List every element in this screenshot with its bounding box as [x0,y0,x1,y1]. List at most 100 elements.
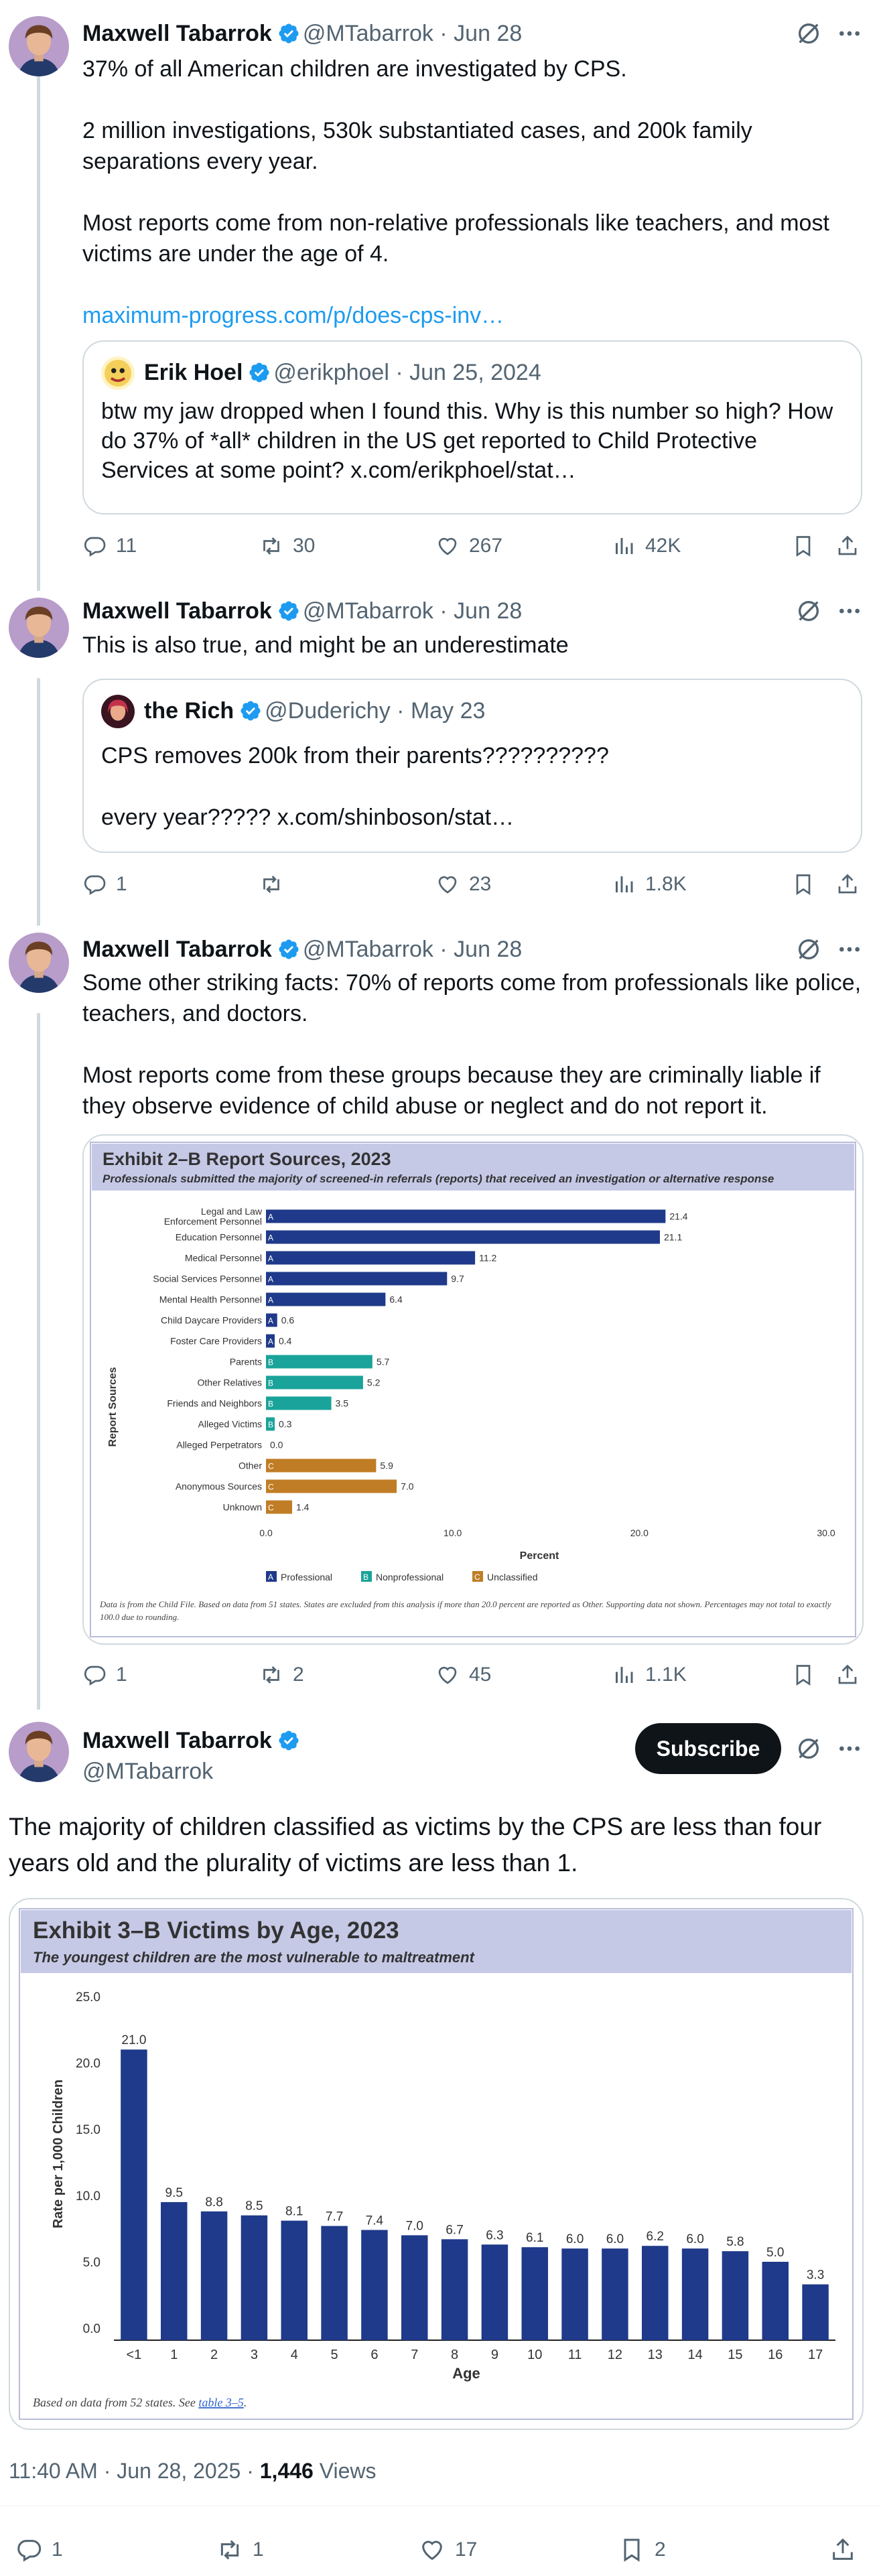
action-bar: 1 23 1.8K [82,868,866,901]
author-name[interactable]: Maxwell Tabarrok [82,21,272,46]
quoted-avatar [101,356,135,390]
bar-value-label: 0.3 [279,1419,292,1430]
bookmark-button[interactable] [791,868,825,901]
grok-icon[interactable] [795,936,822,963]
more-icon[interactable] [836,20,863,47]
repost-button[interactable]: 30 [259,529,315,563]
repost-count: 30 [293,535,316,557]
bar [266,1355,372,1369]
bar [266,1479,397,1493]
author-name[interactable]: Maxwell Tabarrok [82,937,272,962]
bookmark-button[interactable] [791,529,825,563]
bookmark-icon [791,1663,815,1687]
x-tick-label: 15 [728,2348,742,2362]
bar-value-label: 6.2 [647,2230,664,2244]
repost-button[interactable]: 2 [259,1658,304,1692]
like-button[interactable]: 45 [435,1658,491,1692]
y-tick-label: Education Personnel [176,1232,262,1243]
views-button[interactable]: 1.1K [612,1658,687,1692]
avatar[interactable] [9,933,69,993]
bookmark-button[interactable]: 2 [618,2533,666,2567]
author-handle[interactable]: @MTabarrok [82,1758,213,1785]
bar-group-code: B [268,1379,273,1388]
avatar[interactable] [9,1722,69,1782]
repost-icon [216,2536,243,2563]
footnote-table-link[interactable]: table 3–5 [198,2396,244,2409]
share-button[interactable] [835,529,869,563]
reply-icon [82,534,107,558]
author-name[interactable]: Maxwell Tabarrok [82,598,272,624]
repost-button[interactable]: 1 [216,2533,264,2567]
bar-value-label: 5.7 [377,1357,390,1367]
reply-button[interactable]: 1 [82,868,127,901]
share-button[interactable] [835,868,869,901]
bar [266,1459,377,1473]
avatar[interactable] [9,598,69,658]
reply-button[interactable]: 11 [82,529,137,563]
tweet-timestamp[interactable]: 11:40 AM · Jun 28, 2025 · [9,2459,260,2483]
views-button[interactable]: 1.8K [612,868,687,901]
grok-icon[interactable] [795,20,822,47]
like-count: 45 [469,1664,492,1686]
bar-value-label: 9.7 [451,1274,464,1284]
bar-value-label: 0.6 [281,1315,295,1326]
reply-count: 1 [116,873,127,895]
bar-value-label: 0.0 [270,1440,283,1450]
views-button[interactable]: 42K [612,529,681,563]
bar [481,2244,509,2340]
reply-count: 1 [116,1664,127,1686]
legend-code: C [474,1572,480,1582]
author-name[interactable]: Maxwell Tabarrok [82,1728,272,1753]
reply-button[interactable]: 1 [82,1658,127,1692]
legend-label: Nonprofessional [376,1572,444,1582]
y-tick-label: 10.0 [76,2189,100,2204]
repost-icon [259,872,283,896]
more-icon[interactable] [836,598,863,624]
tweet-date[interactable]: · Jun 28 [439,21,522,46]
bar-value-label: 7.0 [401,1481,414,1492]
tweet-header: Maxwell Tabarrok @MTabarrok · Jun 28 [82,598,522,624]
y-tick-label: Parents [230,1357,262,1367]
x-tick-label: 10 [527,2348,542,2362]
share-button[interactable] [829,2533,866,2567]
author-handle[interactable]: @MTabarrok [303,21,433,46]
like-button[interactable]: 267 [435,529,502,563]
quoted-tweet[interactable]: Erik Hoel @erikphoel · Jun 25, 2024 btw m… [82,340,862,515]
author-handle[interactable]: @MTabarrok [303,937,433,962]
quoted-tweet[interactable]: the Rich @Duderichy · May 23 CPS removes … [82,679,862,853]
article-link[interactable]: maximum-progress.com/p/does-cps-inv… [82,303,504,328]
share-button[interactable] [835,1658,869,1692]
like-button[interactable]: 17 [419,2533,477,2567]
bar-value-label: 3.5 [336,1398,349,1409]
grok-icon[interactable] [795,598,822,624]
like-button[interactable]: 23 [435,868,491,901]
quoted-line: every year????? x.com/shinboson/stat… [101,805,515,830]
bar-value-label: 5.0 [766,2246,784,2260]
author-handle[interactable]: @MTabarrok [303,598,433,624]
bar [602,2248,628,2340]
chart-subtitle: Professionals submitted the majority of … [103,1172,774,1185]
x-tick-label: 6 [370,2348,378,2362]
tweet-date[interactable]: · Jun 28 [439,598,522,624]
more-icon[interactable] [836,936,863,963]
chart-title: Exhibit 2–B Report Sources, 2023 [103,1149,391,1169]
bar [266,1396,332,1410]
reply-button[interactable]: 1 [15,2533,63,2567]
x-tick-label: 14 [687,2348,702,2362]
bar [321,2226,348,2340]
avatar[interactable] [9,16,69,76]
y-tick-label: Social Services Personnel [153,1274,262,1284]
share-icon [835,534,860,558]
bookmark-button[interactable] [791,1658,825,1692]
repost-button[interactable] [259,868,293,901]
y-tick-label: Enforcement Personnel [164,1216,262,1227]
chart-card[interactable]: Exhibit 3–B Victims by Age, 2023 The you… [9,1898,864,2430]
like-count: 17 [455,2538,478,2561]
bar-value-label: 9.5 [165,2186,183,2200]
more-icon[interactable] [836,1735,863,1762]
bar-value-label: 6.0 [686,2232,703,2246]
grok-icon[interactable] [795,1735,822,1762]
tweet-date[interactable]: · Jun 28 [439,937,522,962]
subscribe-button[interactable]: Subscribe [635,1723,781,1774]
chart-card[interactable]: Exhibit 2–B Report Sources, 2023 Profess… [82,1134,864,1645]
